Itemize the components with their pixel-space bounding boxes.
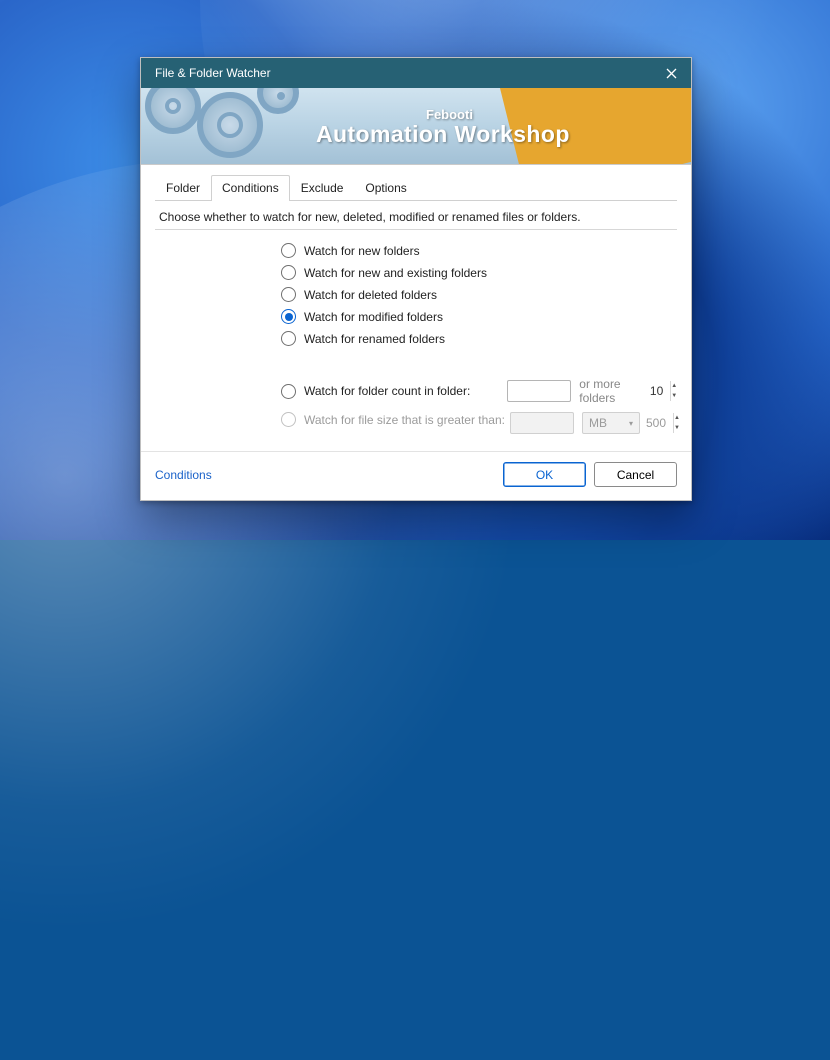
- radio-label: Watch for deleted folders: [304, 288, 437, 302]
- count-spinner[interactable]: ▲ ▼: [507, 380, 571, 402]
- tab-description: Choose whether to watch for new, deleted…: [155, 201, 677, 230]
- conditions-help-link[interactable]: Conditions: [155, 468, 212, 482]
- banner-brand: Febooti: [426, 108, 570, 122]
- tabstrip: Folder Conditions Exclude Options: [155, 174, 677, 201]
- radio-row[interactable]: Watch for new folders: [281, 243, 677, 258]
- window-title: File & Folder Watcher: [155, 66, 651, 80]
- tab-options[interactable]: Options: [354, 175, 417, 201]
- radio-label: Watch for modified folders: [304, 310, 443, 324]
- radio-label: Watch for new folders: [304, 244, 420, 258]
- dialog-body: Folder Conditions Exclude Options Choose…: [141, 165, 691, 451]
- spinner-arrows: ▲ ▼: [670, 381, 677, 401]
- tab-folder[interactable]: Folder: [155, 175, 211, 201]
- radio-row[interactable]: Watch for file size that is greater than…: [281, 412, 510, 427]
- size-spinner: ▲ ▼: [510, 412, 574, 434]
- radio-input[interactable]: [281, 331, 296, 346]
- banner: Febooti Automation Workshop: [141, 88, 691, 165]
- banner-main: Automation Workshop: [316, 122, 570, 146]
- size-unit-value: MB: [589, 416, 607, 430]
- size-unit-combo: MB ▾: [582, 412, 640, 434]
- radio-label: Watch for file size that is greater than…: [304, 413, 505, 427]
- close-icon: [666, 68, 677, 79]
- radio-row[interactable]: Watch for new and existing folders: [281, 265, 677, 280]
- ext-row-size: Watch for file size that is greater than…: [281, 412, 659, 434]
- banner-text: Febooti Automation Workshop: [316, 108, 570, 146]
- radio-input[interactable]: [281, 265, 296, 280]
- radio-input[interactable]: [281, 243, 296, 258]
- radio-input[interactable]: [281, 287, 296, 302]
- cancel-button[interactable]: Cancel: [594, 462, 677, 487]
- spinner-down-icon[interactable]: ▼: [671, 391, 677, 401]
- radio-row[interactable]: Watch for modified folders: [281, 309, 677, 324]
- spinner-arrows: ▲ ▼: [673, 413, 680, 433]
- radio-label: Watch for renamed folders: [304, 332, 445, 346]
- radio-row[interactable]: Watch for deleted folders: [281, 287, 677, 302]
- radio-row[interactable]: Watch for renamed folders: [281, 331, 677, 346]
- chevron-down-icon: ▾: [629, 419, 633, 428]
- watch-options: Watch for new folders Watch for new and …: [155, 230, 677, 361]
- radio-label: Watch for folder count in folder:: [304, 384, 470, 398]
- gear-icon: [257, 88, 299, 114]
- radio-input[interactable]: [281, 384, 296, 399]
- dialog-file-folder-watcher: File & Folder Watcher Febooti Automation…: [140, 57, 692, 501]
- radio-input[interactable]: [281, 309, 296, 324]
- radio-label: Watch for new and existing folders: [304, 266, 487, 280]
- spinner-up-icon: ▲: [674, 413, 680, 423]
- ok-button[interactable]: OK: [503, 462, 586, 487]
- spinner-up-icon[interactable]: ▲: [671, 381, 677, 391]
- dialog-footer: Conditions OK Cancel: [141, 451, 691, 500]
- gear-icon: [197, 92, 263, 158]
- radio-input[interactable]: [281, 412, 296, 427]
- close-button[interactable]: [651, 58, 691, 88]
- extended-options: Watch for folder count in folder: ▲ ▼ or…: [155, 361, 677, 451]
- tab-exclude[interactable]: Exclude: [290, 175, 355, 201]
- tab-conditions[interactable]: Conditions: [211, 175, 290, 201]
- titlebar[interactable]: File & Folder Watcher: [141, 58, 691, 88]
- spinner-down-icon: ▼: [674, 423, 680, 433]
- gear-icon: [145, 88, 201, 134]
- count-suffix-label: or more folders: [579, 377, 659, 405]
- radio-row[interactable]: Watch for folder count in folder:: [281, 384, 507, 399]
- ext-row-count: Watch for folder count in folder: ▲ ▼ or…: [281, 377, 659, 405]
